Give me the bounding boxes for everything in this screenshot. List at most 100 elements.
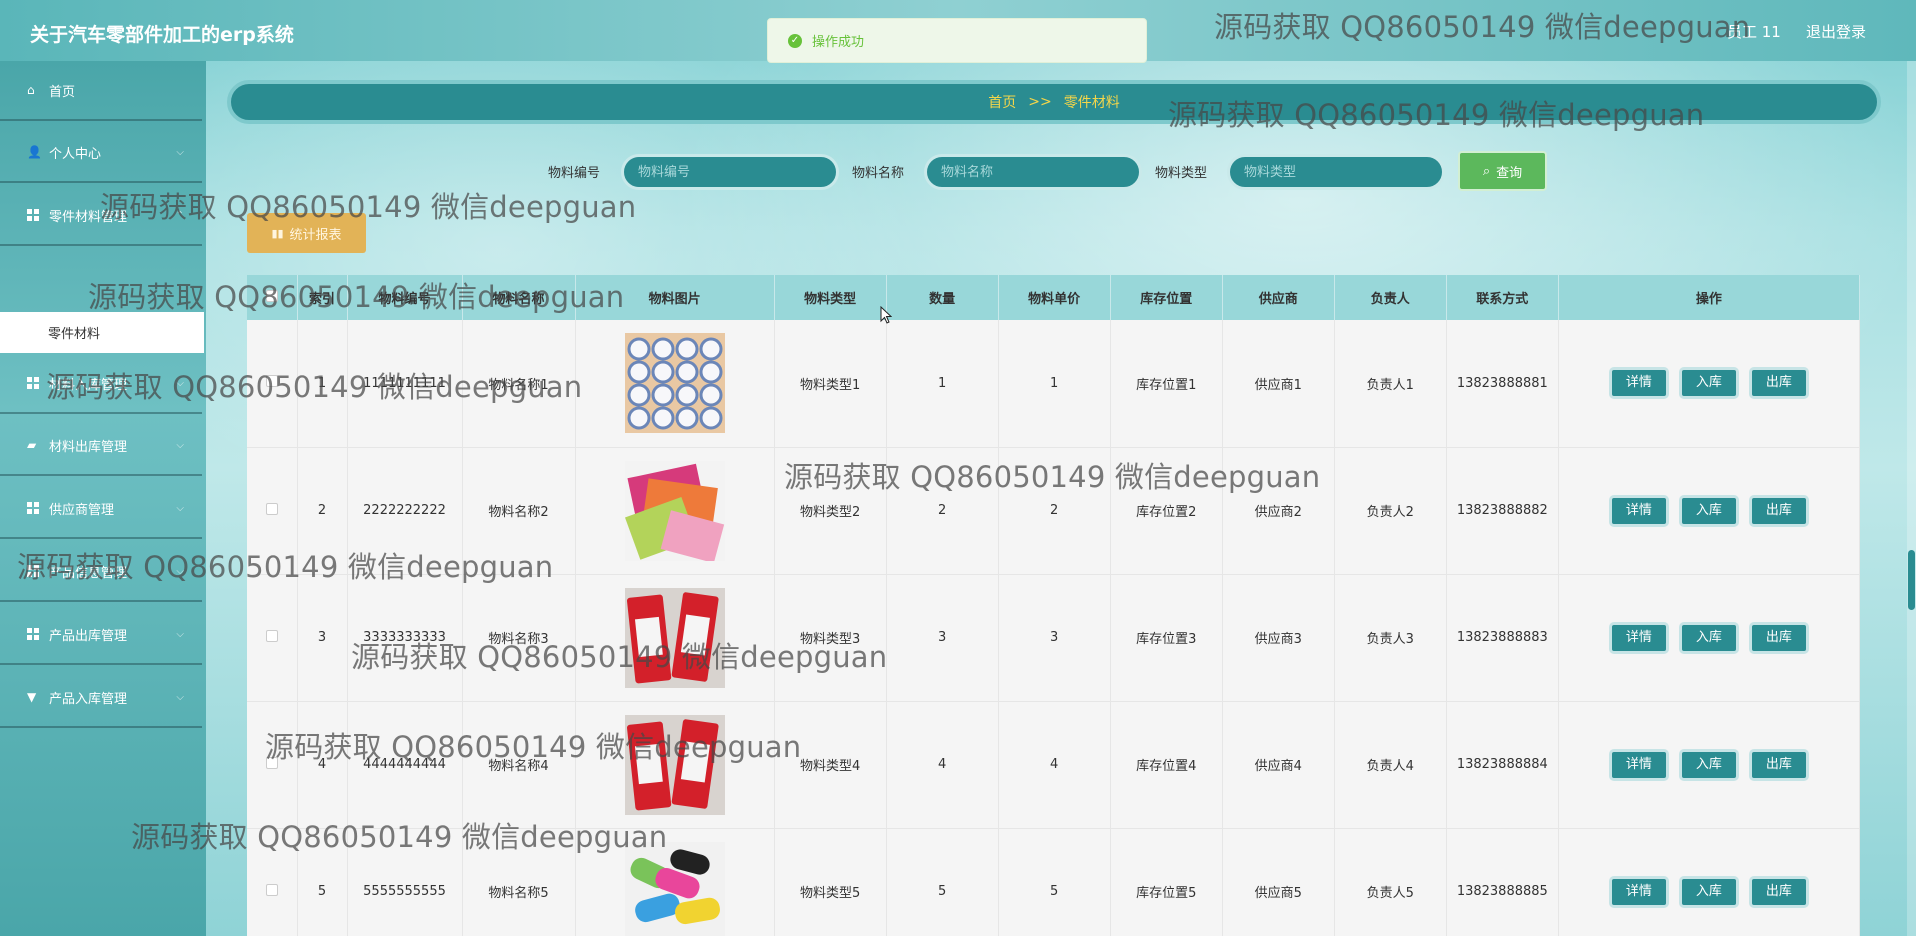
table-row: 4 4444444444 物料名称4 物料类型4 4 4 库存位置4 供应商4 … bbox=[247, 701, 1860, 829]
checkbox[interactable] bbox=[265, 883, 278, 896]
stats-report-label: 统计报表 bbox=[289, 227, 342, 243]
checkbox[interactable] bbox=[265, 756, 278, 769]
material-type-input[interactable] bbox=[1227, 154, 1445, 190]
scrollbar-thumb[interactable] bbox=[1908, 550, 1915, 610]
cell-name: 物料名称2 bbox=[462, 447, 576, 575]
material-type-label: 物料类型 bbox=[1155, 166, 1208, 181]
sidebar-item-material-out[interactable]: ▰ 材料出库管理 ⌵ bbox=[0, 416, 202, 476]
cell-qty: 3 bbox=[886, 574, 999, 702]
material-code-input[interactable] bbox=[621, 154, 839, 190]
stock-out-button[interactable]: 出库 bbox=[1748, 621, 1809, 654]
detail-button[interactable]: 详情 bbox=[1608, 748, 1669, 781]
search-icon: ⌕ bbox=[1482, 163, 1491, 179]
detail-button[interactable]: 详情 bbox=[1608, 367, 1669, 400]
stock-out-button[interactable]: 出库 bbox=[1748, 494, 1809, 527]
sidebar-item-product-in[interactable]: ▼ 产品入库管理 ⌵ bbox=[0, 668, 202, 728]
chevron-down-icon: ⌵ bbox=[176, 629, 184, 640]
cell-location: 库存位置4 bbox=[1110, 701, 1223, 829]
detail-button[interactable]: 详情 bbox=[1608, 875, 1669, 908]
breadcrumb: 首页 >> 零件材料 bbox=[227, 80, 1881, 124]
stock-in-button[interactable]: 入库 bbox=[1678, 494, 1739, 527]
cell-image bbox=[575, 447, 775, 575]
cell-name: 物料名称3 bbox=[462, 574, 576, 702]
checkbox[interactable] bbox=[265, 502, 278, 515]
app-title: 关于汽车零部件加工的erp系统 bbox=[30, 24, 294, 46]
breadcrumb-home[interactable]: 首页 bbox=[988, 92, 1016, 112]
material-thumbnail bbox=[624, 841, 725, 936]
cell-type: 物料类型3 bbox=[774, 574, 887, 702]
row-select-cell[interactable] bbox=[247, 574, 298, 702]
stock-in-button[interactable]: 入库 bbox=[1678, 875, 1739, 908]
cell-location: 库存位置3 bbox=[1110, 574, 1223, 702]
sidebar-item-label: 产品入库管理 bbox=[49, 691, 128, 707]
stock-in-button[interactable]: 入库 bbox=[1678, 748, 1739, 781]
header-cell: 物料单价 bbox=[998, 275, 1111, 320]
cell-image bbox=[575, 574, 775, 702]
stock-out-button[interactable]: 出库 bbox=[1748, 367, 1809, 400]
material-thumbnail bbox=[624, 460, 725, 561]
cell-supplier: 供应商4 bbox=[1222, 701, 1335, 829]
sidebar-item-suppliers[interactable]: 供应商管理 ⌵ bbox=[0, 479, 202, 539]
header-cell: 物料名称 bbox=[462, 275, 576, 320]
stock-out-button[interactable]: 出库 bbox=[1748, 748, 1809, 781]
table-row: 1 1111111111 物料名称1 物料类型1 1 1 库存位置1 供应商1 … bbox=[247, 320, 1860, 448]
current-user: 员工 11 bbox=[1727, 23, 1781, 41]
sidebar-item-material-in[interactable]: 材料入库管理 ⌵ bbox=[0, 354, 202, 414]
detail-button[interactable]: 详情 bbox=[1608, 494, 1669, 527]
sidebar-item-product-out[interactable]: 产品出库管理 ⌵ bbox=[0, 605, 202, 665]
chevron-down-icon: ⌵ bbox=[176, 440, 184, 451]
stock-in-button[interactable]: 入库 bbox=[1678, 367, 1739, 400]
cell-phone: 13823888883 bbox=[1446, 574, 1559, 702]
sidebar-item-label: 个人中心 bbox=[49, 146, 102, 162]
cell-image bbox=[575, 701, 775, 829]
table-row: 5 5555555555 物料名称5 物料类型5 5 5 库存位置5 供应商5 … bbox=[247, 828, 1860, 936]
cell-actions: 详情 入库 出库 bbox=[1558, 701, 1860, 829]
sidebar-item-home[interactable]: ⌂ 首页 bbox=[0, 61, 202, 121]
material-name-input[interactable] bbox=[924, 154, 1142, 190]
sidebar-subitem-parts-material[interactable]: 零件材料 bbox=[0, 312, 204, 353]
logout-link[interactable]: 退出登录 bbox=[1806, 21, 1866, 42]
checkbox[interactable] bbox=[265, 629, 278, 642]
row-select-cell[interactable] bbox=[247, 828, 298, 936]
header-select-all[interactable] bbox=[247, 275, 298, 320]
material-thumbnail bbox=[624, 714, 725, 815]
cell-type: 物料类型4 bbox=[774, 701, 887, 829]
breadcrumb-current: 零件材料 bbox=[1063, 95, 1120, 111]
row-select-cell[interactable] bbox=[247, 320, 298, 448]
checkbox[interactable] bbox=[265, 375, 278, 388]
page-scrollbar[interactable] bbox=[1907, 61, 1916, 936]
cell-actions: 详情 入库 出库 bbox=[1558, 447, 1860, 575]
cell-location: 库存位置2 bbox=[1110, 447, 1223, 575]
bar-chart-icon: ▮▮ bbox=[271, 226, 284, 240]
material-thumbnail bbox=[624, 587, 725, 688]
detail-button[interactable]: 详情 bbox=[1608, 621, 1669, 654]
cell-supplier: 供应商2 bbox=[1222, 447, 1335, 575]
cell-location: 库存位置5 bbox=[1110, 828, 1223, 936]
grid-icon bbox=[27, 628, 39, 640]
checkbox[interactable] bbox=[265, 289, 278, 302]
material-code-label: 物料编号 bbox=[548, 166, 601, 181]
cell-actions: 详情 入库 出库 bbox=[1558, 828, 1860, 936]
cell-index: 4 bbox=[297, 701, 348, 829]
stock-out-button[interactable]: 出库 bbox=[1748, 875, 1809, 908]
sidebar-item-profile[interactable]: 👤 个人中心 ⌵ bbox=[0, 123, 202, 183]
chevron-down-icon: ⌵ bbox=[176, 503, 184, 514]
header-cell: 联系方式 bbox=[1446, 275, 1559, 320]
cell-phone: 13823888885 bbox=[1446, 828, 1559, 936]
chevron-down-icon: ⌵ bbox=[176, 692, 184, 703]
cup-icon: ▼ bbox=[27, 690, 37, 704]
table-row: 3 3333333333 物料名称3 物料类型3 3 3 库存位置3 供应商3 … bbox=[247, 574, 1860, 702]
home-icon: ⌂ bbox=[27, 83, 35, 97]
row-select-cell[interactable] bbox=[247, 701, 298, 829]
cell-index: 5 bbox=[297, 828, 348, 936]
stats-report-button[interactable]: ▮▮ 统计报表 bbox=[247, 213, 366, 253]
row-select-cell[interactable] bbox=[247, 447, 298, 575]
cell-code: 3333333333 bbox=[347, 574, 463, 702]
search-button[interactable]: ⌕ 查询 bbox=[1458, 151, 1547, 191]
stock-in-button[interactable]: 入库 bbox=[1678, 621, 1739, 654]
grid-icon bbox=[27, 209, 39, 221]
sidebar-item-parts[interactable]: 零件材料管理 ⌃ bbox=[0, 186, 202, 246]
sidebar-item-product-info[interactable]: 产品信息管理 ⌵ bbox=[0, 542, 202, 602]
grid-icon bbox=[27, 502, 39, 514]
cell-supplier: 供应商5 bbox=[1222, 828, 1335, 936]
